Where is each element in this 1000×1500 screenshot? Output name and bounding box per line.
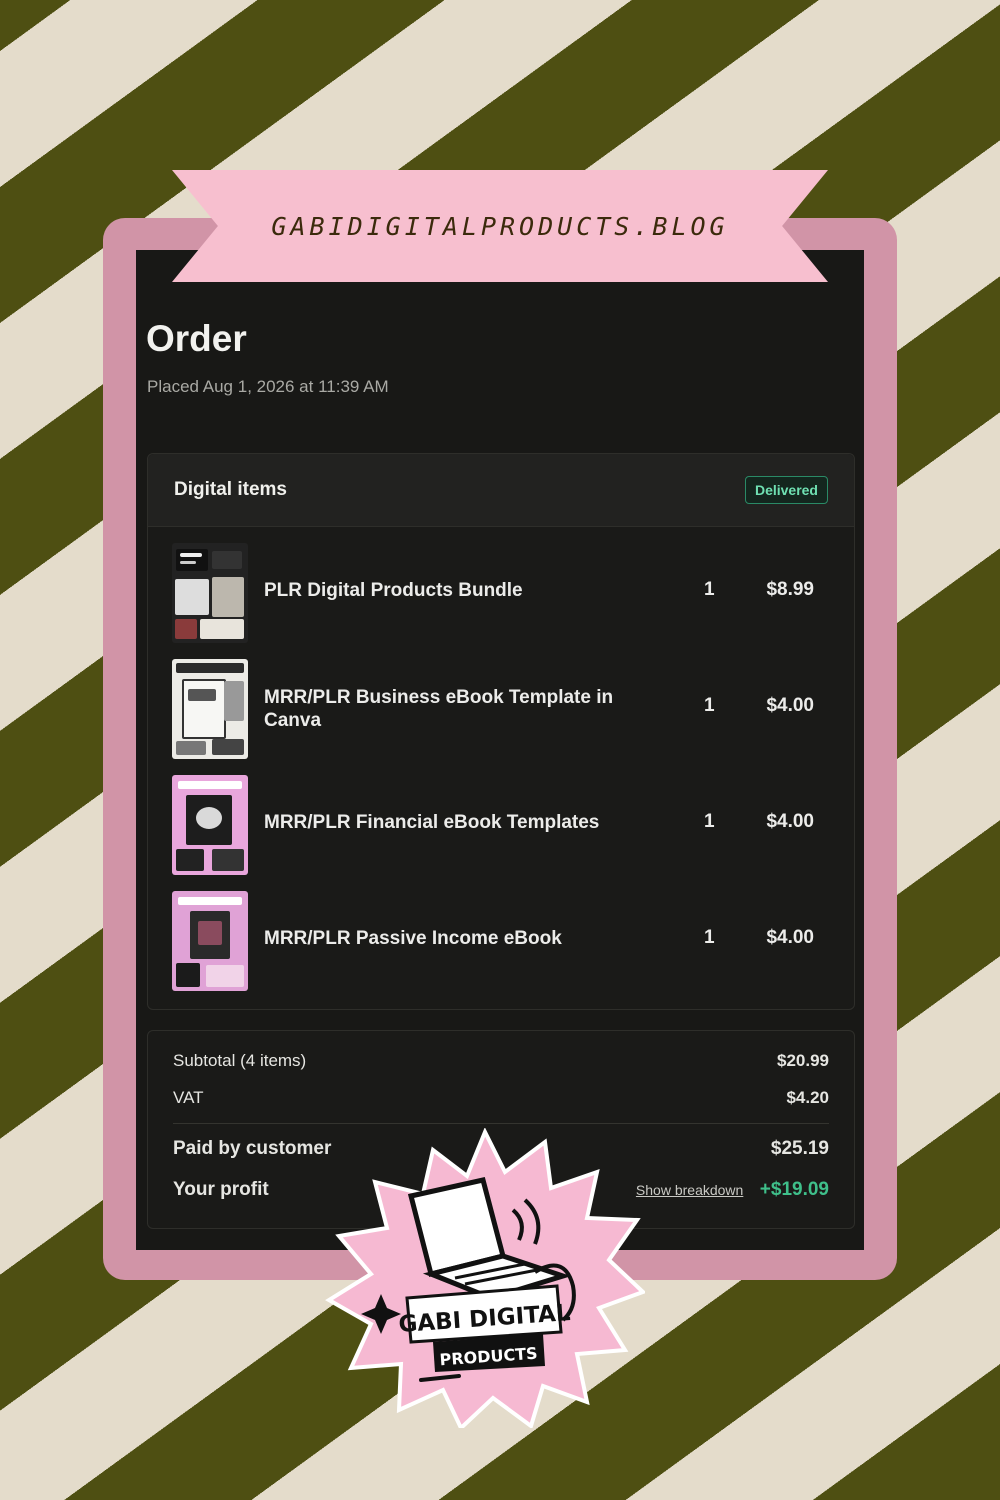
profit-value: +$19.09 [759, 1179, 829, 1200]
paid-label: Paid by customer [173, 1138, 332, 1159]
digital-items-card: Digital items Delivered PLR Digital Prod… [147, 453, 855, 1010]
status-badge: Delivered [744, 476, 828, 504]
item-quantity: 1 [704, 579, 715, 600]
subtotal-label: Subtotal (4 items) [173, 1051, 307, 1070]
digital-items-heading: Digital items [174, 479, 287, 500]
totals-divider [173, 1123, 829, 1124]
gabi-digital-products-logo: GABI DIGITAL PRODUCTS [325, 1128, 645, 1428]
paid-value: $25.19 [770, 1138, 829, 1159]
item-price: $8.99 [766, 579, 814, 600]
subtotal-value: $20.99 [777, 1051, 829, 1070]
page-title: Order [146, 318, 247, 359]
item-quantity: 1 [704, 927, 715, 948]
item-quantity: 1 [704, 811, 715, 832]
show-breakdown-link[interactable]: Show breakdown [636, 1182, 743, 1198]
product-thumbnail [172, 659, 248, 759]
vat-value: $4.20 [786, 1088, 829, 1107]
list-item[interactable]: MRR/PLR Passive Income eBook 1 $4.00 [172, 891, 832, 991]
list-item[interactable]: PLR Digital Products Bundle 1 $8.99 [172, 543, 832, 643]
item-name[interactable]: MRR/PLR Financial eBook Templates [264, 811, 644, 834]
item-price: $4.00 [766, 695, 814, 716]
list-item[interactable]: MRR/PLR Financial eBook Templates 1 $4.0… [172, 775, 832, 875]
vat-label: VAT [173, 1088, 204, 1107]
profit-label: Your profit [173, 1179, 269, 1200]
subtotal-row: Subtotal (4 items) $20.99 [173, 1051, 829, 1071]
ribbon-banner: GABIDIGITALPRODUCTS.BLOG [172, 170, 828, 282]
list-item[interactable]: MRR/PLR Business eBook Template in Canva… [172, 659, 832, 759]
item-name[interactable]: MRR/PLR Passive Income eBook [264, 927, 644, 950]
placed-date: Placed Aug 1, 2026 at 11:39 AM [147, 377, 389, 396]
vat-row: VAT $4.20 [173, 1088, 829, 1108]
product-thumbnail [172, 543, 248, 643]
item-price: $4.00 [766, 927, 814, 948]
item-name[interactable]: PLR Digital Products Bundle [264, 579, 644, 602]
product-thumbnail [172, 775, 248, 875]
digital-items-header: Digital items Delivered [148, 454, 854, 527]
order-screen: Order Placed Aug 1, 2026 at 11:39 AM Dig… [136, 250, 864, 1250]
product-thumbnail [172, 891, 248, 991]
item-name[interactable]: MRR/PLR Business eBook Template in Canva [264, 686, 644, 732]
item-quantity: 1 [704, 695, 715, 716]
item-price: $4.00 [766, 811, 814, 832]
banner-text: GABIDIGITALPRODUCTS.BLOG [271, 211, 729, 241]
